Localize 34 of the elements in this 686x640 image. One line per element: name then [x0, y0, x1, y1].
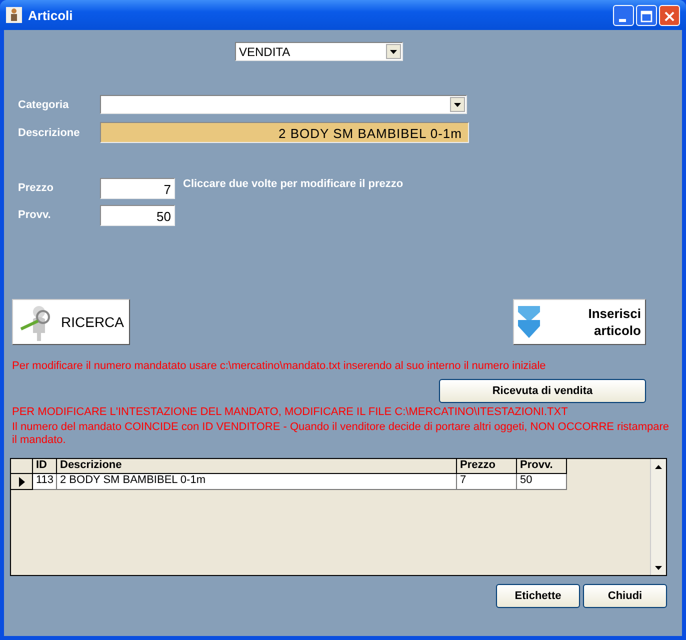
scrollbar[interactable]: [650, 459, 666, 575]
field-label: Prezzo: [17, 181, 54, 194]
minimize-icon: [619, 18, 626, 22]
table-cell: 113: [33, 474, 57, 490]
dropdown-arrow-icon: [390, 50, 397, 54]
table-cell: 2 BODY SM BAMBIBEL 0-1m: [57, 474, 457, 490]
note-text: Il numero del mandato COINCIDE con ID VENDITORE - Quando il venditore decide di portare altri oggeti, NON OCCORRE ristampare il mandato.: [11, 421, 670, 447]
category-dropdown[interactable]: [100, 95, 467, 114]
field-label: Categoria: [17, 98, 70, 110]
window-title: Articoli: [28, 8, 74, 22]
input-field[interactable]: 50: [100, 205, 175, 226]
field-label: Provv.: [17, 208, 52, 221]
table-cell: 50: [517, 474, 567, 490]
mode-dropdown[interactable]: VENDITA: [235, 42, 403, 61]
close-button[interactable]: [659, 4, 680, 26]
dropdown-arrow-icon: [454, 102, 461, 106]
field-label: Descrizione: [17, 126, 81, 138]
minimize-button[interactable]: [613, 4, 634, 26]
scroll-down-icon: [655, 566, 662, 570]
hint-text: Cliccare due volte per modificare il prezzo: [183, 178, 404, 190]
description-field[interactable]: 2 BODY SM BAMBIBEL 0-1m: [100, 122, 469, 143]
receipt-button[interactable]: Ricevuta di vendita: [439, 379, 646, 403]
note-text: PER MODIFICARE L'INTESTAZIONE DEL MANDATO, MODIFICARE IL FILE C:\MERCATINO\ITESTAZIONI.TXT: [11, 406, 569, 418]
app-icon: [6, 7, 22, 23]
footer-button[interactable]: Etichette: [496, 584, 580, 608]
note-text: Per modificare il numero mandatato usare c:\mercatino\mandato.txt inserendo al suo interno il numero iniziale: [11, 360, 547, 372]
maximize-button[interactable]: [636, 4, 657, 26]
footer-button[interactable]: Chiudi: [583, 584, 667, 608]
insert-button[interactable]: Inserisci articolo: [513, 299, 646, 345]
input-field[interactable]: 7: [100, 178, 175, 199]
table-cell: 7: [457, 474, 517, 490]
search-button[interactable]: RICERCA: [12, 299, 130, 345]
scroll-up-icon: [655, 464, 662, 468]
double-arrow-down-icon: [516, 304, 542, 340]
